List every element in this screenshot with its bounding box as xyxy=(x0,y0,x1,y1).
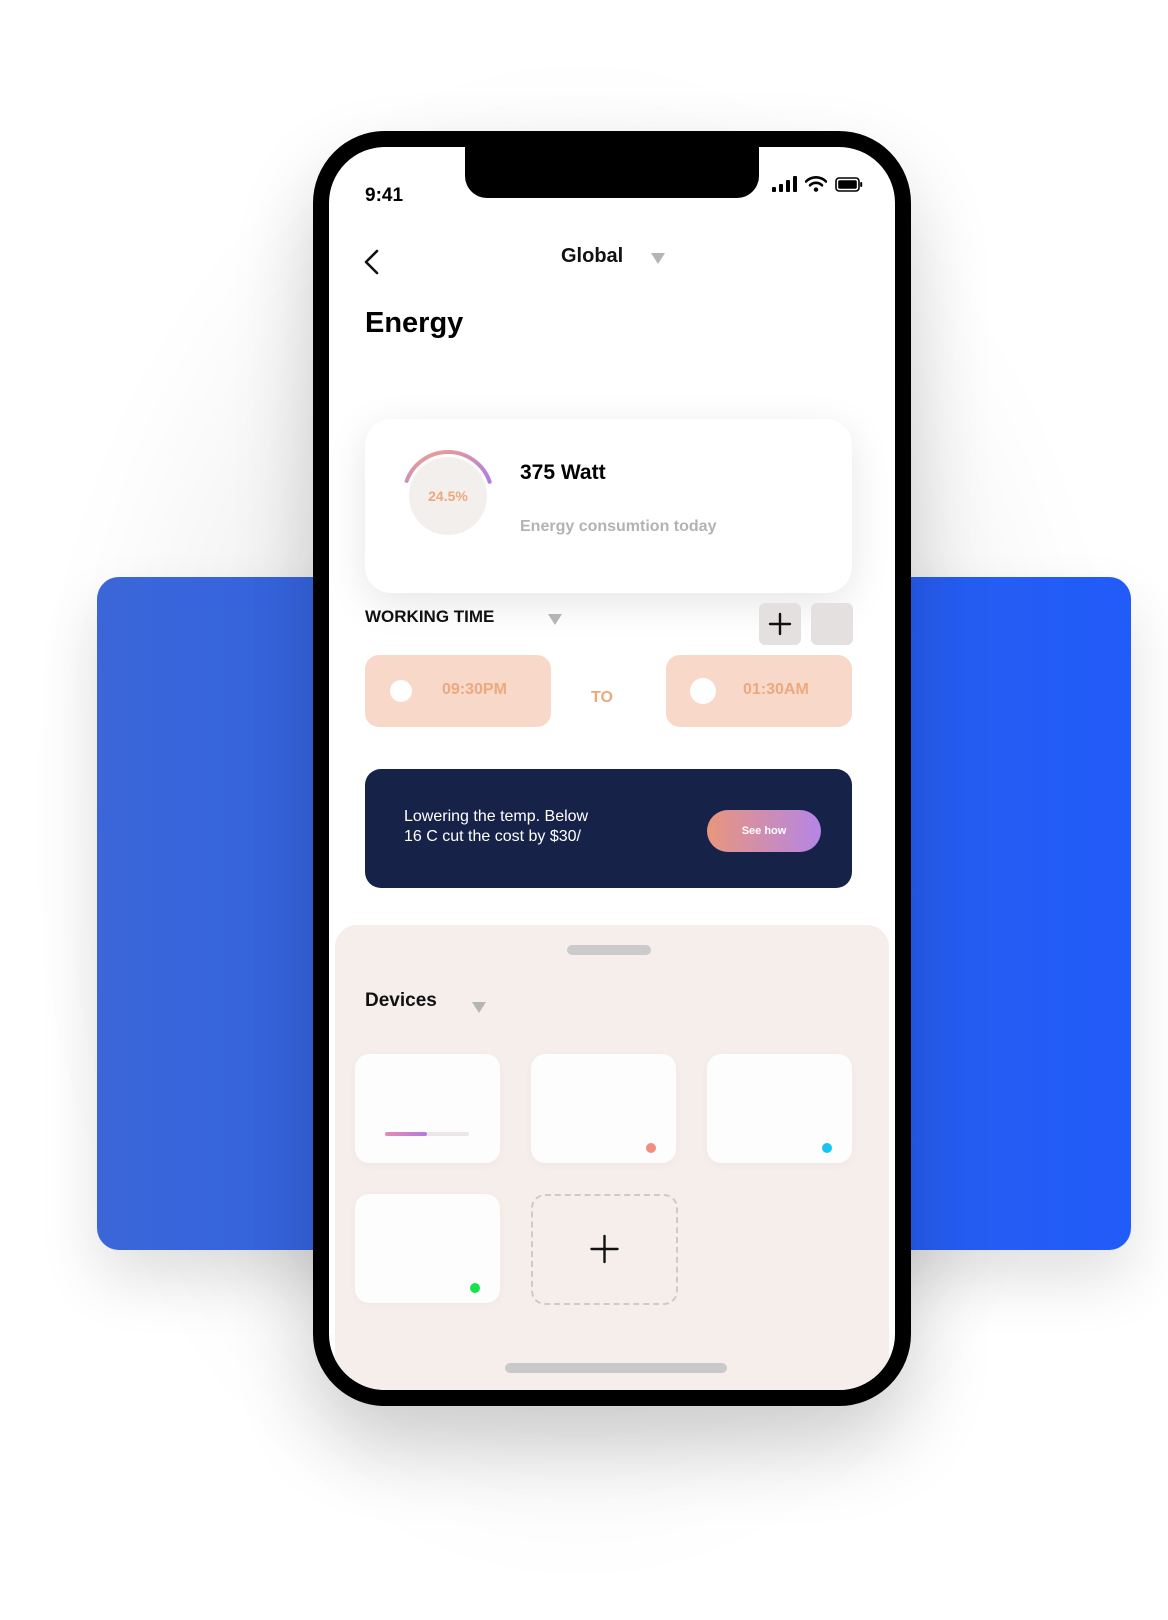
device-level-fill xyxy=(385,1132,427,1136)
wifi-icon xyxy=(805,176,827,192)
triangle-down-icon xyxy=(471,1002,486,1013)
start-time-knob xyxy=(390,680,412,702)
end-time-knob xyxy=(690,678,716,704)
energy-tip-banner: Lowering the temp. Below 16 C cut the co… xyxy=(365,769,852,888)
schedule-option-button[interactable] xyxy=(811,603,853,645)
time-separator: TO xyxy=(591,689,613,706)
chevron-left-icon xyxy=(364,249,379,275)
home-indicator xyxy=(505,1363,727,1373)
start-time: 09:30PM xyxy=(442,681,507,698)
location-dropdown-label: Global xyxy=(561,245,624,267)
energy-value: 375 Watt xyxy=(520,461,606,484)
energy-tip-line-1: Lowering the temp. Below xyxy=(404,808,589,825)
add-schedule-button[interactable] xyxy=(759,603,801,645)
energy-tip-text: Lowering the temp. Below 16 C cut the co… xyxy=(404,807,664,847)
energy-percent: 24.5% xyxy=(428,488,468,504)
working-time-label: WORKING TIME xyxy=(365,607,495,626)
device-tile[interactable] xyxy=(355,1194,500,1303)
energy-tip-line-2: 16 C cut the cost by $30/ xyxy=(404,828,581,845)
device-status-dot xyxy=(646,1143,656,1153)
plus-icon xyxy=(768,612,792,636)
working-time-dropdown[interactable]: WORKING TIME xyxy=(365,607,563,627)
cellular-signal-icon xyxy=(772,176,797,192)
device-tile[interactable] xyxy=(707,1054,852,1163)
battery-icon xyxy=(835,177,863,192)
see-how-button[interactable]: See how xyxy=(707,810,821,852)
device-status-dot xyxy=(822,1143,832,1153)
back-button[interactable] xyxy=(359,245,387,279)
phone-notch xyxy=(465,147,759,198)
energy-summary-card: 24.5% 375 Watt Energy consumtion today xyxy=(365,419,852,593)
device-level-slider[interactable] xyxy=(385,1132,469,1136)
end-time: 01:30AM xyxy=(743,681,809,698)
phone-frame: 9:41 Global Energy 24.5% 375 Watt Energy… xyxy=(313,131,911,1406)
device-tile[interactable] xyxy=(531,1054,676,1163)
status-time: 9:41 xyxy=(365,185,404,206)
plus-icon xyxy=(590,1234,619,1264)
location-dropdown[interactable]: Global xyxy=(561,245,666,268)
triangle-down-icon xyxy=(548,613,563,625)
device-tile[interactable] xyxy=(355,1054,500,1163)
devices-dropdown[interactable]: Devices xyxy=(365,988,486,1013)
energy-description: Energy consumtion today xyxy=(520,518,717,535)
devices-sheet: Devices xyxy=(335,925,889,1390)
app-screen: 9:41 Global Energy 24.5% 375 Watt Energy… xyxy=(329,147,895,1390)
start-time-pill[interactable]: 09:30PM xyxy=(365,655,551,727)
add-device-button[interactable] xyxy=(531,1194,678,1305)
triangle-down-icon xyxy=(651,253,666,264)
sheet-drag-handle[interactable] xyxy=(567,945,651,955)
page-title: Energy xyxy=(365,307,464,339)
devices-label: Devices xyxy=(365,989,437,1011)
status-icons xyxy=(772,176,863,192)
device-status-dot xyxy=(470,1283,480,1293)
end-time-pill[interactable]: 01:30AM xyxy=(666,655,852,727)
